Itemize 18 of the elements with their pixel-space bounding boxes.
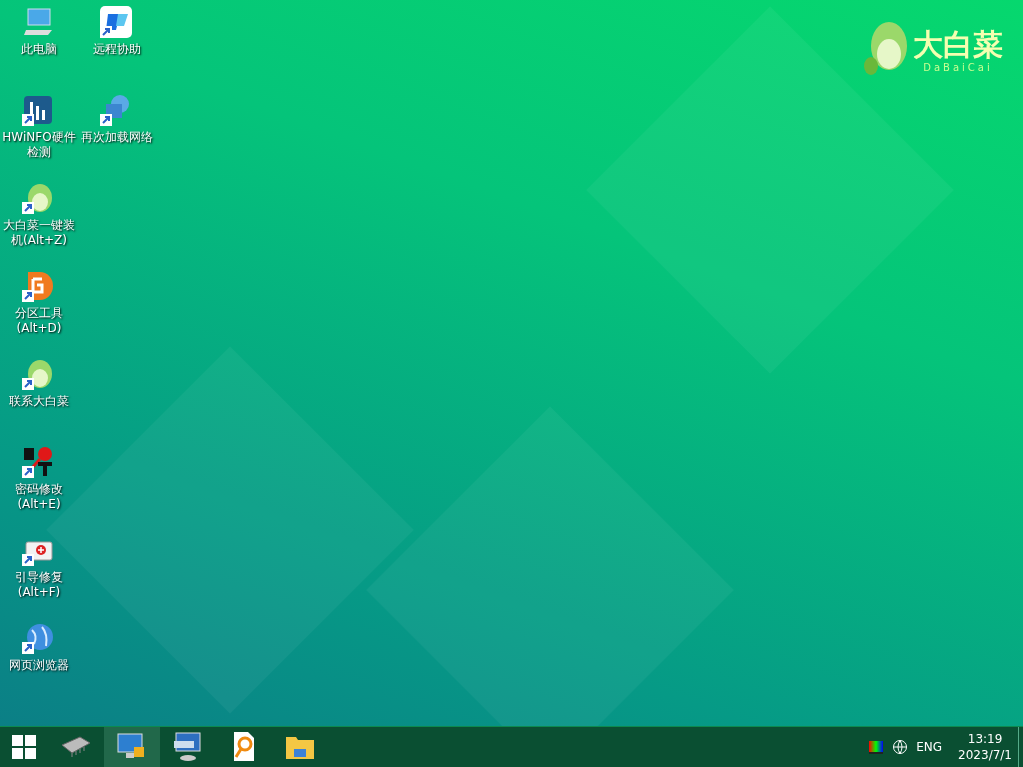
windows-logo-icon (12, 735, 36, 759)
desktop-icon-label[interactable]: 大白菜一键装机(Alt+Z) (0, 218, 78, 248)
logo-subtitle: DaBaiCai (923, 61, 993, 73)
desktop-icon-label[interactable]: 联系大白菜 (0, 394, 78, 409)
desktop-icon-label[interactable]: 此电脑 (0, 42, 78, 57)
taskbar-clock[interactable]: 13:19 2023/7/1 (958, 731, 1012, 763)
logo-title: 大白菜 (913, 27, 1003, 62)
desktop-icon-label[interactable]: 密码修改(Alt+E) (0, 482, 78, 512)
language-indicator[interactable]: ENG (916, 740, 943, 754)
desktop-icon-label[interactable]: 远程协助 (78, 42, 156, 57)
desktop-icon-label[interactable]: HWiNFO硬件检测 (0, 130, 78, 160)
desktop-icon-label[interactable]: 再次加载网络 (78, 130, 156, 145)
desktop-icon-label[interactable]: 分区工具(Alt+D) (0, 306, 78, 336)
desktop-icon-label[interactable]: 网页浏览器 (0, 658, 78, 673)
desktop-icon-label[interactable]: 引导修复(Alt+F) (0, 570, 78, 600)
color-display-icon[interactable] (868, 739, 885, 755)
keyboard-monitor-icon (172, 731, 204, 763)
network-globe-icon[interactable] (892, 739, 909, 755)
